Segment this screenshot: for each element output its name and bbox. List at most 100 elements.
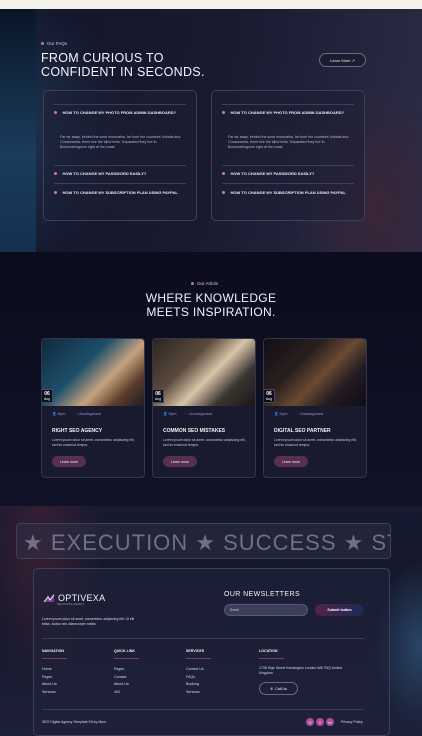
bullet-dot-icon [222,111,225,114]
logo-icon [43,593,55,603]
faq-answer: Far far away, behind the word mountains,… [60,135,181,149]
divider [222,104,354,105]
footer-link[interactable]: Pages [42,674,57,682]
nav-heading: NAVIGATION [42,649,65,653]
faq-question[interactable]: HOW TO CHANGE MY SUBSCRIPTION PLAN USING… [54,190,186,195]
divider [54,183,186,184]
date-badge: 06 Aug [264,389,275,403]
heading-underline [186,658,211,659]
footer-link[interactable]: Contact [114,674,129,682]
linkedin-icon[interactable]: In [326,718,334,726]
learn-more-button[interactable]: Learn more [52,456,86,467]
faq-card-right: HOW TO CHANGE MY PHOTO FROM ADMIN DASHBO… [211,90,365,221]
services-list: Contact Us FAQs Booking Services [186,666,204,696]
location-heading: LOCATION [259,649,278,653]
footer-link[interactable]: FAQs [186,674,204,682]
post-title[interactable]: COMMON SEO MISTAKES [163,428,225,434]
post-meta: 👤 Mpm 🗀 Uncategorized [163,412,212,418]
quicklink-list: Pages Contact About Us 404 [114,666,129,696]
post-excerpt: Lorem ipsum dolor sit amet, consectetur … [163,438,246,447]
bullet-dot-icon [54,191,57,194]
faq-card-left: HOW TO CHANGE MY PHOTO FROM ADMIN DASHBO… [43,90,197,221]
nav-list: Home Pages About Us Services [42,666,57,696]
post-excerpt: Lorem ipsum dolor sit amet, consectetur … [52,438,135,447]
divider [42,709,364,710]
footer-link[interactable]: Services [186,689,204,697]
divider [222,183,354,184]
bullet-dot-icon [222,191,225,194]
blog-image [153,339,255,406]
blog-card[interactable]: 06 Aug 👤 Mpm 🗀 Uncategorized RIGHT SEO AGE… [41,338,145,478]
bullet-dot-icon [222,172,225,175]
footer-link[interactable]: Home [42,666,57,674]
articles-title: WHERE KNOWLEDGE MEETS INSPIRATION. [145,291,277,319]
footer-link[interactable]: About Us [114,681,129,689]
faq-eyebrow: Our FAQs [41,41,67,46]
articles-eyebrow: Our Article [191,281,218,286]
date-badge: 06 Aug [42,389,53,403]
category-link[interactable]: 🗀 Uncategorized [184,412,212,418]
divider [42,638,364,639]
brand-logo[interactable]: OPTIVEXA [43,592,105,603]
post-title[interactable]: RIGHT SEO AGENCY [52,428,102,434]
learn-more-button[interactable]: Learn more [274,456,308,467]
divider [54,165,186,166]
date-badge: 06 Aug [153,389,164,403]
marquee-banner: ★ EXECUTION ★ SUCCESS ★ STI [16,523,391,559]
footer-link[interactable]: Services [42,689,57,697]
faq-question[interactable]: HOW TO CHANGE MY SUBSCRIPTION PLAN USING… [222,190,354,195]
email-input[interactable]: Email [224,604,308,616]
heading-underline [259,658,284,659]
author-link[interactable]: 👤 Mpm [163,412,176,418]
faq-side-image [0,9,36,252]
address: 1735 High Street Kensington London W8 7N… [259,666,342,675]
post-meta: 👤 Mpm 🗀 Uncategorized [274,412,323,418]
copyright: SEO Digital Agency Template Kit by Mpm [42,720,107,724]
google-icon[interactable]: G [306,718,314,726]
heading-underline [114,658,139,659]
bullet-dot-icon [41,42,44,45]
heading-underline [42,658,67,659]
blog-image [42,339,144,406]
subscribe-button[interactable]: Submit button [315,604,364,616]
brand-tagline: SEO DIGITAL AGENCY [57,603,85,606]
category-link[interactable]: 🗀 Uncategorized [73,412,101,418]
divider [222,165,354,166]
bullet-dot-icon [54,111,57,114]
faq-question[interactable]: HOW TO CHANGE MY PASSWORD EASILY? [222,171,354,176]
footer-about: Lorem ipsum dolor sit amet, consectetur … [42,617,135,626]
bullet-dot-icon [54,172,57,175]
faq-answer: Far far away, behind the word mountains,… [228,135,349,149]
post-excerpt: Lorem ipsum dolor sit amet, consectetur … [274,438,357,447]
learn-more-button[interactable]: Learn more [163,456,197,467]
faq-question[interactable]: HOW TO CHANGE MY PASSWORD EASILY? [54,171,186,176]
call-button[interactable]: ✆ Call Us [259,682,298,695]
footer-link[interactable]: Booking [186,681,204,689]
footer-link[interactable]: 404 [114,689,129,697]
category-link[interactable]: 🗀 Uncategorized [295,412,323,418]
faq-question-open[interactable]: HOW TO CHANGE MY PHOTO FROM ADMIN DASHBO… [54,110,186,115]
footer-link[interactable]: Pages [114,666,129,674]
marquee-text: ★ EXECUTION ★ SUCCESS ★ STI [23,530,391,555]
youtube-icon[interactable]: Y [316,718,324,726]
services-heading: SERVICES [186,649,205,653]
faq-title: FROM CURIOUS TO CONFIDENT IN SECONDS. [41,51,205,79]
post-title[interactable]: DIGITAL SEO PARTNER [274,428,331,434]
newsletter-title: OUR NEWSLETTERS [224,591,301,598]
footer-link[interactable]: Contact Us [186,666,204,674]
faq-question-open[interactable]: HOW TO CHANGE MY PHOTO FROM ADMIN DASHBO… [222,110,354,115]
blog-card[interactable]: 06 Aug 👤 Mpm 🗀 Uncategorized DIGITAL SEO P… [263,338,367,478]
top-strip [0,0,422,9]
author-link[interactable]: 👤 Mpm [274,412,287,418]
phone-icon: ✆ [270,686,274,691]
author-link[interactable]: 👤 Mpm [52,412,65,418]
quicklink-heading: QUICK LINK [114,649,135,653]
divider [54,104,186,105]
bullet-dot-icon [191,282,194,285]
blog-image [264,339,366,406]
blog-card[interactable]: 06 Aug 👤 Mpm 🗀 Uncategorized COMMON SEO MI… [152,338,256,478]
footer-link[interactable]: About Us [42,681,57,689]
post-meta: 👤 Mpm 🗀 Uncategorized [52,412,101,418]
learn-more-button[interactable]: Learn More ↗ [319,53,366,67]
privacy-link[interactable]: Privacy Policy [341,720,363,724]
